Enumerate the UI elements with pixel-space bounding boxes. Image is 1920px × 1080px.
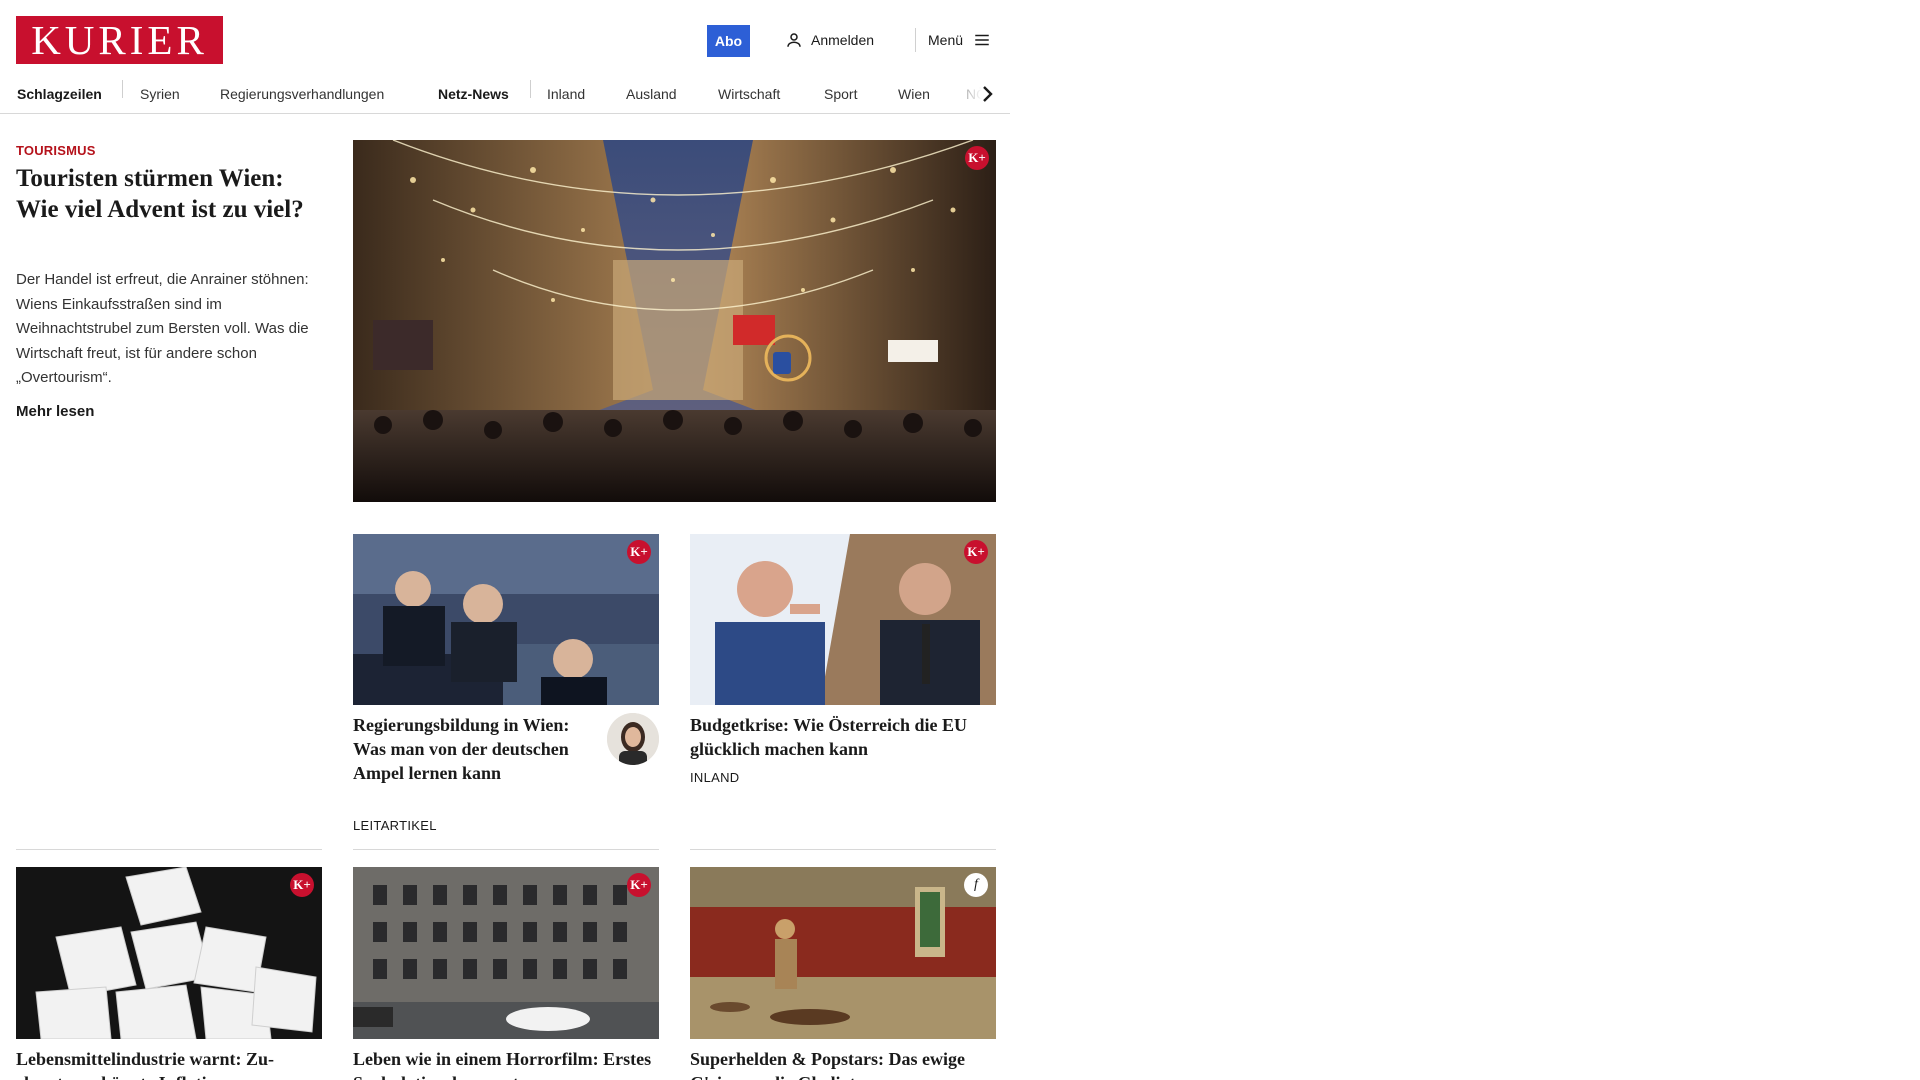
k-plus-badge: K+	[965, 146, 989, 170]
menu-button[interactable]: Menü	[928, 28, 991, 52]
menu-label: Menü	[928, 32, 964, 48]
k-plus-badge: K+	[964, 540, 988, 564]
feature-badge: f	[964, 873, 988, 897]
nav-item-regierungsverhandlungen[interactable]: Regierungsverhandlungen	[220, 81, 384, 107]
nav-divider	[122, 80, 123, 98]
read-more-link[interactable]: Mehr lesen	[16, 403, 94, 420]
card-image[interactable]: K+	[353, 534, 659, 705]
k-plus-badge: K+	[627, 540, 651, 564]
abo-button[interactable]: Abo	[707, 25, 750, 57]
login-button[interactable]: Anmelden	[785, 28, 874, 52]
christmas-street-image	[353, 140, 996, 502]
nav-item-wirtschaft[interactable]: Wirtschaft	[718, 81, 780, 107]
section-divider	[690, 849, 996, 850]
user-icon	[787, 33, 801, 47]
k-plus-badge: K+	[290, 873, 314, 897]
nav-item-syrien[interactable]: Syrien	[140, 81, 180, 107]
sugar-cubes-image	[16, 867, 322, 1039]
nav-item-netz-news[interactable]: Netz-News	[438, 81, 509, 107]
lead-kicker[interactable]: TOURISMUS	[16, 143, 96, 158]
hamburger-icon	[975, 34, 989, 46]
section-divider	[16, 849, 322, 850]
nav-item-schlagzeilen[interactable]: Schlagzeilen	[17, 81, 102, 107]
politicians-image	[690, 534, 996, 705]
section-divider	[353, 849, 659, 850]
card-category[interactable]: LEITARTIKEL	[353, 818, 437, 833]
apartment-building-image	[353, 867, 659, 1039]
card-image[interactable]: K+	[353, 867, 659, 1039]
header-divider	[915, 28, 916, 52]
lead-teaser: Der Handel ist erfreut, die Anrainer stö…	[16, 271, 309, 386]
gladiator-painting-image	[690, 867, 996, 1039]
site-header: KURIER Abo Anmelden Menü	[0, 0, 1010, 80]
chevron-right-icon[interactable]	[975, 82, 999, 106]
nav-divider	[530, 80, 531, 98]
card-headline[interactable]: Leben wie in einem Horrorfilm: Erstes Sp…	[353, 1047, 659, 1080]
nav-item-wien[interactable]: Wien	[898, 81, 930, 107]
card-headline[interactable]: Budgetkrise: Wie Österreich die EU glück…	[690, 713, 996, 761]
author-portrait	[607, 713, 659, 765]
card-headline[interactable]: Lebensmittelindustrie warnt: Zu­ckersteu…	[16, 1047, 322, 1080]
card-image[interactable]: K+	[16, 867, 322, 1039]
card-category[interactable]: INLAND	[690, 770, 739, 785]
k-plus-badge: K+	[627, 873, 651, 897]
page: KURIER Abo Anmelden Menü Schlagzeilen Sy…	[0, 0, 1010, 1080]
section-nav: Schlagzeilen Syrien Regierungsverhandlun…	[0, 74, 1010, 114]
author-avatar[interactable]	[607, 713, 659, 765]
nav-item-ausland[interactable]: Ausland	[626, 81, 677, 107]
card-image[interactable]: f	[690, 867, 996, 1039]
login-label: Anmelden	[811, 32, 875, 48]
nav-item-inland[interactable]: Inland	[547, 81, 585, 107]
bundestag-image	[353, 534, 659, 705]
card-image[interactable]: K+	[690, 534, 996, 705]
kurier-logo[interactable]: KURIER	[16, 16, 223, 64]
card-headline[interactable]: Regierungsbildung in Wien: Was man von d…	[353, 713, 593, 785]
lead-headline[interactable]: Touristen stürmen Wien: Wie viel Advent …	[16, 163, 316, 225]
lead-image[interactable]: K+	[353, 140, 996, 502]
nav-item-sport[interactable]: Sport	[824, 81, 857, 107]
card-headline[interactable]: Superhelden & Popstars: Das ewige G'riss…	[690, 1047, 996, 1080]
